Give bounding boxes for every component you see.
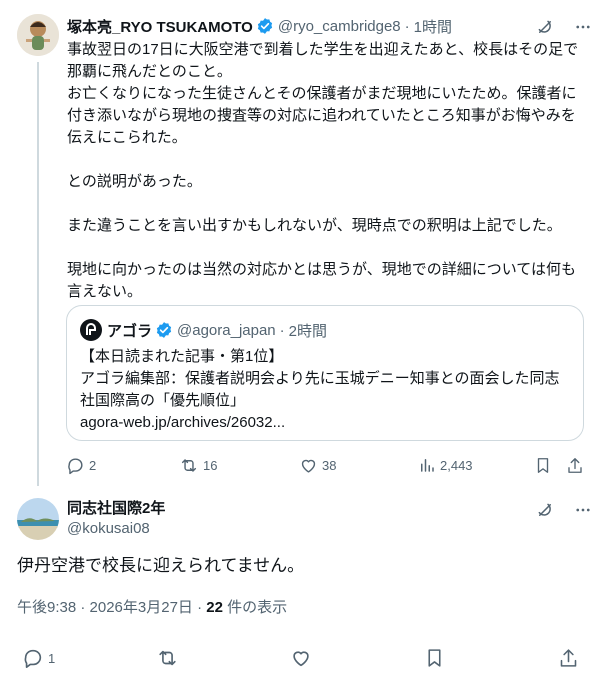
like-icon xyxy=(293,651,309,667)
author-name[interactable]: 塚本亮_RYO TSUKAMOTO xyxy=(67,16,253,37)
quoted-tweet-header: アゴラ @agora_japan · 2時間 xyxy=(80,319,327,341)
views-icon xyxy=(421,459,434,472)
more-icon[interactable] xyxy=(573,500,593,520)
reply-icon xyxy=(68,457,83,474)
reply-icon xyxy=(24,649,42,668)
share-icon xyxy=(568,457,582,473)
grok-icon[interactable] xyxy=(535,500,555,520)
tweet-header: 塚本亮_RYO TSUKAMOTO @ryo_cambridge8 · 1時間 xyxy=(67,15,452,37)
share-button[interactable] xyxy=(558,648,579,668)
share-button[interactable] xyxy=(566,455,584,475)
reply-button[interactable]: 2 xyxy=(66,455,96,475)
tweet-text-line: 伝えにこられた。 xyxy=(67,129,187,146)
like-icon xyxy=(301,459,316,473)
quoted-tweet-time[interactable]: 2時間 xyxy=(289,320,327,341)
more-icon[interactable] xyxy=(573,17,593,37)
bookmark-button[interactable] xyxy=(424,648,445,668)
views-label: 件の表示 xyxy=(222,599,288,616)
author-handle[interactable]: @kokusai08 xyxy=(67,520,150,537)
tweet-text-line: 事故翌日の17日に大阪空港で到着した学生を出迎えたあと、校長はその足で xyxy=(67,41,579,58)
retweet-icon xyxy=(181,458,197,472)
bookmark-button[interactable] xyxy=(534,455,552,475)
tweet-time[interactable]: 1時間 xyxy=(414,16,452,37)
verified-badge-icon xyxy=(256,17,274,35)
author-name[interactable]: 同志社国際2年 xyxy=(67,497,165,518)
quoted-text-line: 社国際高の「優先順位」 xyxy=(80,392,246,409)
tweet-text: 伊丹空港で校長に迎えられてません。 xyxy=(17,556,305,575)
share-icon xyxy=(560,649,577,667)
author-handle[interactable]: @ryo_cambridge8 xyxy=(278,18,401,35)
retweet-count: 16 xyxy=(203,457,218,473)
bookmark-icon xyxy=(428,649,441,667)
avatar[interactable] xyxy=(17,498,59,540)
verified-badge-icon xyxy=(155,321,173,339)
quoted-author-handle[interactable]: @agora_japan xyxy=(177,322,276,339)
quoted-tweet-text: 【本日読まれた記事・第1位】 アゴラ編集部：保護者説明会より先に玉城デニー知事と… xyxy=(80,346,574,434)
tweet-text-line: 言えない。 xyxy=(67,283,143,300)
avatar[interactable] xyxy=(17,14,59,56)
views-button[interactable]: 2,443 xyxy=(418,455,473,475)
retweet-icon xyxy=(159,650,176,666)
separator-dot: · xyxy=(279,321,285,339)
tweet-action-bar: 2 16 38 2,443 xyxy=(66,455,591,475)
bookmark-icon xyxy=(537,457,549,473)
quoted-tweet-card[interactable]: アゴラ @agora_japan · 2時間 【本日読まれた記事・第1位】 アゴ… xyxy=(66,305,584,441)
tweet-text: 事故翌日の17日に大阪空港で到着した学生を出迎えたあと、校長はその足で 那覇に飛… xyxy=(67,39,587,303)
separator-dot: · xyxy=(404,17,410,35)
reply-button[interactable]: 1 xyxy=(22,648,55,668)
retweet-button[interactable] xyxy=(156,648,179,668)
quoted-text-line: アゴラ編集部：保護者説明会より先に玉城デニー知事との面会した同志 xyxy=(80,370,560,387)
quoted-text-line: 【本日読まれた記事・第1位】 xyxy=(80,348,284,365)
tweet-action-bar: 1 xyxy=(0,648,605,670)
tweet-text-line: 付き添いながら現地の捜査等の対応に追われていたところ知事がお悔やみを xyxy=(67,107,576,124)
reply-count: 2 xyxy=(89,457,97,473)
tweet-meta: 午後9:38 · 2026年3月27日 · 22 件の表示 xyxy=(17,596,287,617)
thread-tweet: 塚本亮_RYO TSUKAMOTO @ryo_cambridge8 · 1時間 … xyxy=(0,0,605,488)
tweet-text-line: との説明があった。 xyxy=(67,173,202,190)
like-button[interactable]: 38 xyxy=(299,455,336,475)
tweet-top-actions xyxy=(535,17,593,37)
views-count: 22 xyxy=(206,599,223,616)
grok-icon[interactable] xyxy=(535,17,555,37)
focused-reply-tweet: 同志社国際2年 @kokusai08 伊丹空港で校長に迎えられてません。 午後9… xyxy=(0,488,605,688)
tweet-text-line: お亡くなりになった生徒さんとその保護者がまだ現地にいたため。保護者に xyxy=(67,85,577,102)
quoted-link[interactable]: agora-web.jp/archives/26032... xyxy=(80,412,574,434)
like-button[interactable] xyxy=(290,648,312,668)
agora-logo-icon xyxy=(80,319,102,341)
tweet-top-actions xyxy=(535,500,593,520)
quoted-author-name[interactable]: アゴラ xyxy=(107,320,152,341)
reply-count: 1 xyxy=(48,650,56,666)
retweet-button[interactable]: 16 xyxy=(179,455,217,475)
tweet-text-line: また違うことを言い出すかもしれないが、現時点での釈明は上記でした。 xyxy=(67,217,562,234)
thread-connector-line xyxy=(37,62,39,486)
tweet-timestamp[interactable]: 午後9:38 · 2026年3月27日 · xyxy=(17,599,206,616)
tweet-text-line: 那覇に飛んだとのこと。 xyxy=(67,63,232,80)
tweet-text-line: 現地に向かったのは当然の対応かとは思うが、現地での詳細については何も xyxy=(67,261,576,278)
views-count: 2,443 xyxy=(440,457,473,473)
like-count: 38 xyxy=(322,457,337,473)
